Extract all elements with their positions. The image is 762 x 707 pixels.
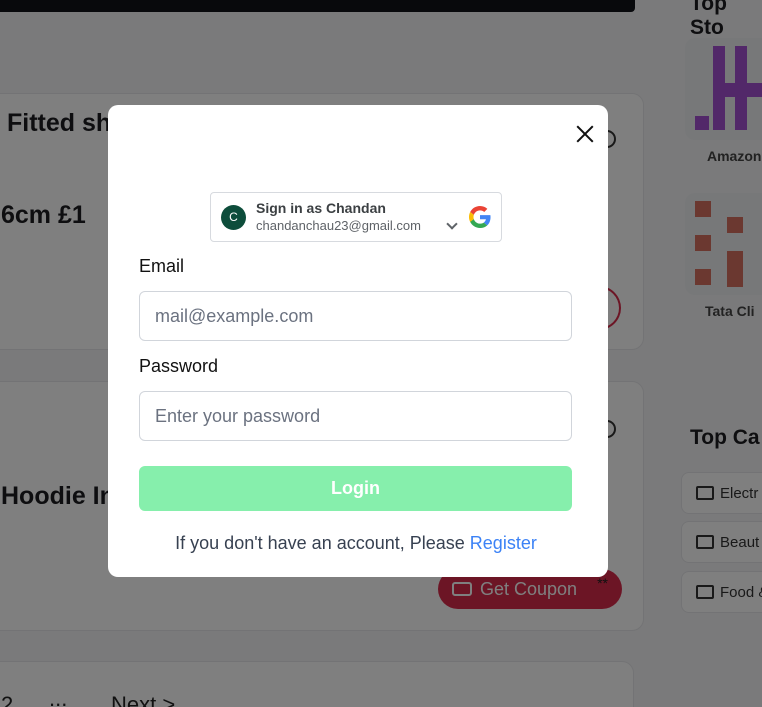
google-account-email: chandanchau23@gmail.com (256, 218, 421, 233)
avatar: C (221, 204, 246, 230)
google-logo-icon (469, 206, 491, 228)
email-label: Email (139, 256, 185, 276)
register-prompt-text: If you don't have an account, Please (175, 533, 470, 553)
register-prompt: If you don't have an account, Please Reg… (108, 533, 604, 554)
close-icon[interactable] (574, 123, 596, 145)
chevron-down-icon[interactable] (446, 218, 458, 230)
email-field[interactable] (139, 291, 572, 341)
register-link[interactable]: Register (470, 533, 537, 553)
google-one-tap-button[interactable]: C Sign in as Chandan chandanchau23@gmail… (210, 192, 502, 242)
login-modal: C Sign in as Chandan chandanchau23@gmail… (108, 105, 608, 577)
google-account-info: Sign in as Chandan chandanchau23@gmail.c… (256, 200, 421, 234)
password-field[interactable] (139, 391, 572, 441)
google-account-name: Sign in as Chandan (256, 200, 386, 216)
password-label: Password (139, 356, 219, 376)
login-button[interactable]: Login (139, 466, 572, 511)
